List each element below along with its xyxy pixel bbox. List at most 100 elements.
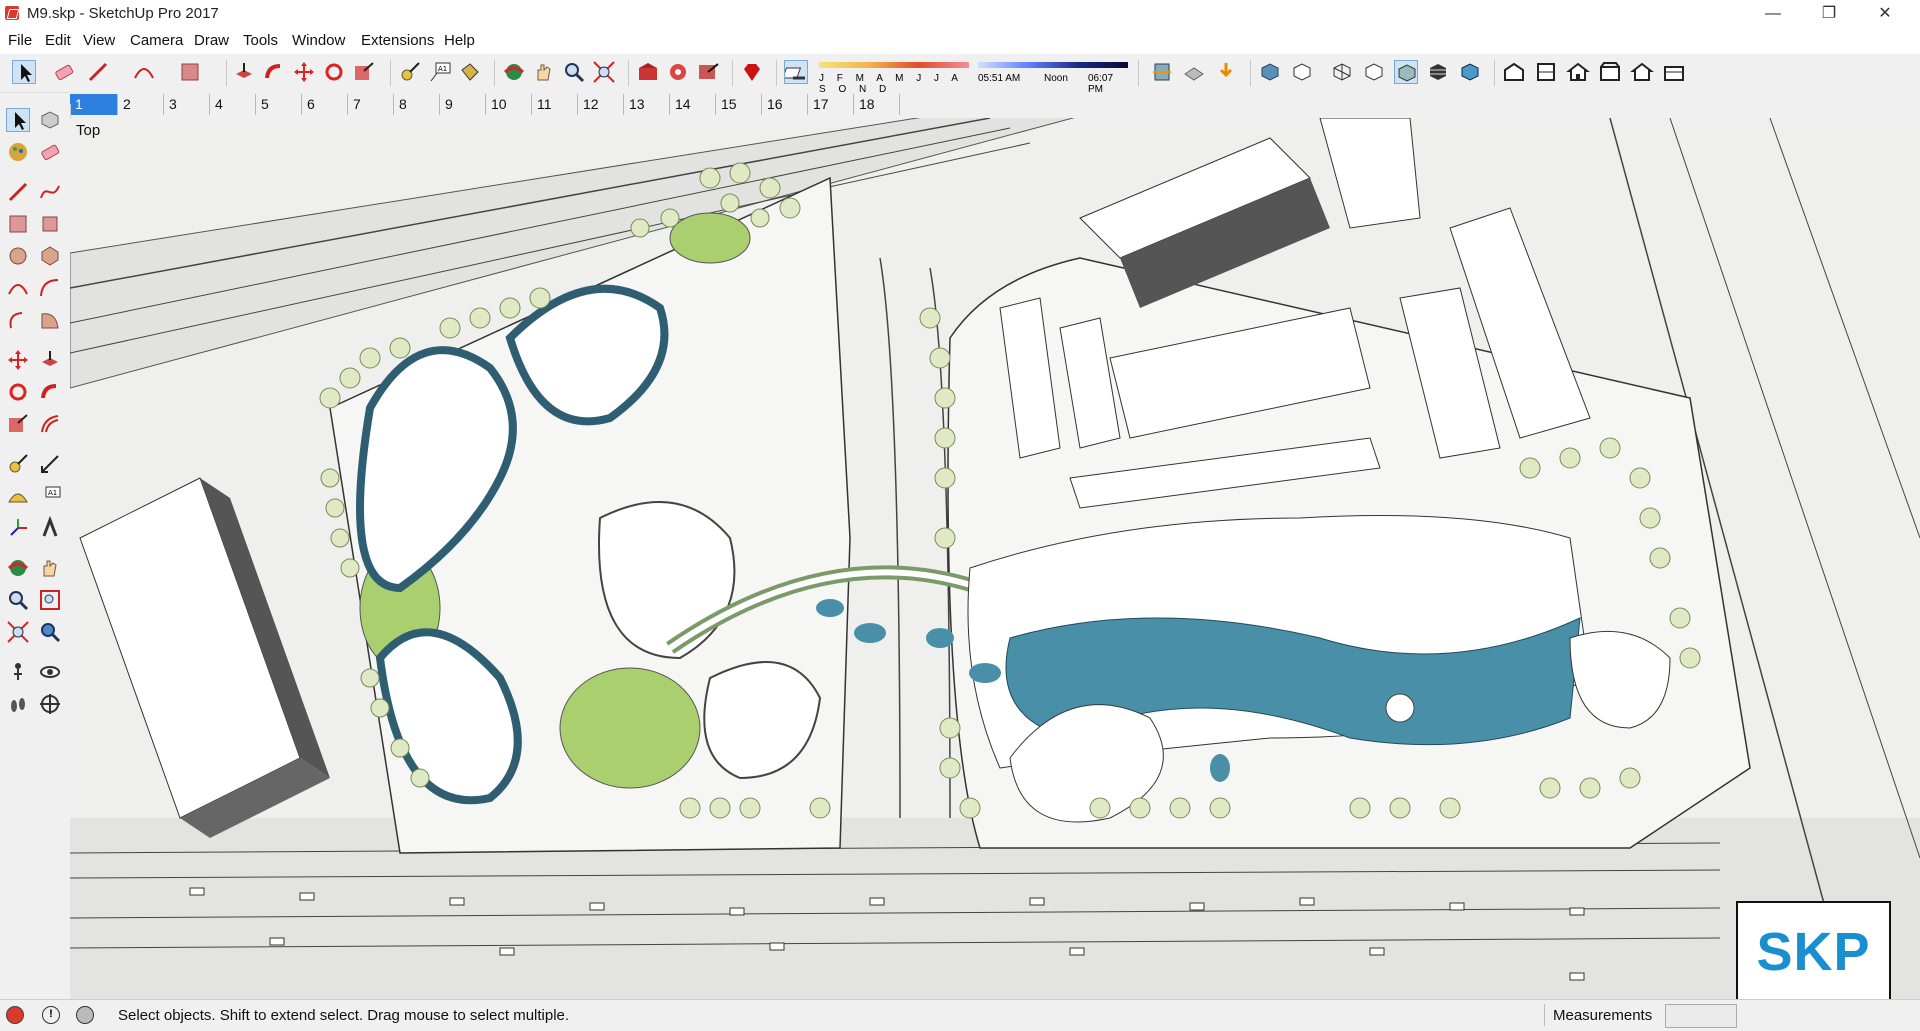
position-camera-icon[interactable] (6, 660, 30, 684)
erase-icon[interactable] (38, 140, 62, 164)
rectangle-icon[interactable] (6, 212, 30, 236)
scene-tab-15[interactable]: 15 (716, 94, 762, 115)
shadow-time-slider[interactable]: 05:51 AM Noon 06:07 PM (978, 58, 1128, 95)
scene-tab-6[interactable]: 6 (302, 94, 348, 115)
menu-extensions[interactable]: Extensions (361, 32, 434, 49)
polygon-icon[interactable] (38, 244, 62, 268)
offset-tool-icon[interactable] (38, 412, 62, 436)
scene-tab-4[interactable]: 4 (210, 94, 256, 115)
ruby-console-icon[interactable] (740, 60, 764, 84)
scene-tab-8[interactable]: 8 (394, 94, 440, 115)
orbit-icon[interactable] (502, 60, 526, 84)
pencil-icon[interactable] (6, 180, 30, 204)
warehouse-icon[interactable] (636, 60, 660, 84)
two-point-arc-icon[interactable] (38, 276, 62, 300)
tape-measure-icon[interactable] (398, 60, 422, 84)
text-tool-icon[interactable]: A1 (428, 60, 452, 84)
section-plane-tool-icon[interactable] (38, 692, 62, 716)
credits-icon[interactable]: ! (42, 1006, 60, 1024)
display-section-cuts-icon[interactable] (1214, 60, 1238, 84)
rotated-rectangle-icon[interactable] (38, 212, 62, 236)
menu-help[interactable]: Help (444, 32, 475, 49)
menu-tools[interactable]: Tools (243, 32, 278, 49)
paint-icon[interactable] (6, 140, 30, 164)
close-button[interactable]: ✕ (1862, 0, 1908, 28)
pie-icon[interactable] (38, 308, 62, 332)
iso-view-icon[interactable] (1502, 60, 1526, 84)
back-view-icon[interactable] (1630, 60, 1654, 84)
menu-window[interactable]: Window (292, 32, 345, 49)
wireframe-icon[interactable] (1330, 60, 1354, 84)
scene-tab-3[interactable]: 3 (164, 94, 210, 115)
restore-button[interactable]: ❐ (1806, 0, 1852, 28)
scene-tab-18[interactable]: 18 (854, 94, 900, 115)
model-viewport[interactable]: Top (70, 118, 1920, 999)
line-tool-icon[interactable] (86, 60, 110, 84)
select-tool-icon[interactable] (12, 60, 36, 84)
rotate-icon[interactable] (322, 60, 346, 84)
zoom-icon[interactable] (562, 60, 586, 84)
section-plane-icon[interactable] (1150, 60, 1174, 84)
left-view-icon[interactable] (1662, 60, 1686, 84)
push-pull-tool-icon[interactable] (38, 348, 62, 372)
scene-tab-12[interactable]: 12 (578, 94, 624, 115)
zoom-tool-icon[interactable] (6, 588, 30, 612)
paint-bucket-icon[interactable] (458, 60, 482, 84)
scene-tab-14[interactable]: 14 (670, 94, 716, 115)
freehand-icon[interactable] (38, 180, 62, 204)
zoom-extents-tool-icon[interactable] (6, 620, 30, 644)
look-around-icon[interactable] (38, 660, 62, 684)
hidden-line-icon[interactable] (1362, 60, 1386, 84)
make-component-icon[interactable] (38, 108, 62, 132)
circle-icon[interactable] (6, 244, 30, 268)
three-point-arc-icon[interactable] (6, 308, 30, 332)
move-tool-icon[interactable] (6, 348, 30, 372)
menu-draw[interactable]: Draw (194, 32, 229, 49)
share-model-icon[interactable] (696, 60, 720, 84)
scale-icon[interactable] (352, 60, 376, 84)
protractor-icon[interactable] (6, 484, 30, 508)
scale-tool-icon[interactable] (6, 412, 30, 436)
back-edges-icon[interactable] (1290, 60, 1314, 84)
geo-location-icon[interactable] (6, 1006, 24, 1024)
pan-tool-icon[interactable] (38, 556, 62, 580)
menu-file[interactable]: File (8, 32, 32, 49)
extension-warehouse-icon[interactable] (666, 60, 690, 84)
eraser-icon[interactable] (52, 60, 76, 84)
arc-icon[interactable] (6, 276, 30, 300)
scene-tab-7[interactable]: 7 (348, 94, 394, 115)
menu-camera[interactable]: Camera (130, 32, 183, 49)
shaded-icon[interactable] (1394, 60, 1418, 84)
menu-view[interactable]: View (83, 32, 115, 49)
front-view-icon[interactable] (1566, 60, 1590, 84)
scene-tab-17[interactable]: 17 (808, 94, 854, 115)
scene-tab-9[interactable]: 9 (440, 94, 486, 115)
zoom-window-icon[interactable] (38, 588, 62, 612)
dimension-icon[interactable] (38, 452, 62, 476)
move-icon[interactable] (292, 60, 316, 84)
orbit-tool-icon[interactable] (6, 556, 30, 580)
scene-tab-1[interactable]: 1 (70, 94, 118, 115)
rotate-tool-icon[interactable] (6, 380, 30, 404)
right-view-icon[interactable] (1598, 60, 1622, 84)
walk-icon[interactable] (6, 692, 30, 716)
shadow-month-slider[interactable]: J F M A M J J A S O N D (819, 58, 969, 95)
scene-tab-2[interactable]: 2 (118, 94, 164, 115)
measurements-input[interactable] (1665, 1004, 1737, 1028)
scene-tab-16[interactable]: 16 (762, 94, 808, 115)
pan-icon[interactable] (532, 60, 556, 84)
text-icon[interactable]: A1 (38, 484, 62, 508)
monochrome-icon[interactable] (1458, 60, 1482, 84)
xray-style-icon[interactable] (1258, 60, 1282, 84)
axes-icon[interactable] (6, 516, 30, 540)
sign-in-icon[interactable] (76, 1006, 94, 1024)
scene-tab-10[interactable]: 10 (486, 94, 532, 115)
shadows-toggle-icon[interactable] (782, 60, 808, 84)
3d-text-icon[interactable] (38, 515, 62, 540)
tape-measure-tool-icon[interactable] (6, 452, 30, 476)
minimize-button[interactable]: — (1750, 0, 1796, 28)
follow-me-icon[interactable] (262, 60, 286, 84)
scene-tab-5[interactable]: 5 (256, 94, 302, 115)
push-pull-icon[interactable] (232, 60, 256, 84)
select-icon[interactable] (6, 108, 30, 132)
